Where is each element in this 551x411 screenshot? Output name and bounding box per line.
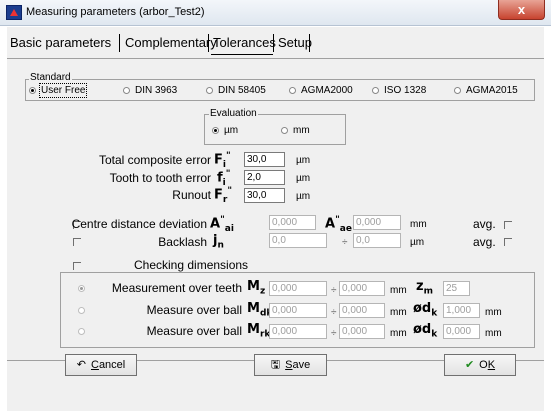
- title-bar: Measuring parameters (arbor_Test2) x: [0, 0, 551, 26]
- radio-icon: [123, 86, 130, 94]
- cancel-button[interactable]: ↶ Cancel: [65, 354, 137, 376]
- range-separator: ÷: [331, 285, 337, 296]
- measure-over-ball-dk-radio[interactable]: [78, 307, 85, 314]
- radio-icon: [454, 86, 461, 94]
- total-composite-symbol: Fi": [214, 151, 231, 170]
- teeth-count-input[interactable]: 25: [443, 281, 470, 296]
- range-separator: ÷: [331, 328, 337, 339]
- measure-over-ball-dk-label: Measure over ball: [146, 303, 242, 317]
- measurement-over-teeth-max-input[interactable]: 0,000: [339, 281, 385, 296]
- backlash-unit: µm: [410, 237, 425, 248]
- total-composite-error-label: Total composite error: [98, 153, 211, 167]
- centre-distance-ai-input[interactable]: 0,000: [269, 215, 316, 230]
- range-separator: ÷: [331, 307, 337, 318]
- tab-separator: [309, 34, 310, 52]
- backlash-avg-label: avg.: [473, 235, 496, 249]
- app-icon: [6, 5, 22, 20]
- dialog-content: Basic parameters Complementary Tolerance…: [7, 27, 544, 411]
- tab-tolerances[interactable]: Tolerances: [213, 35, 276, 50]
- evaluation-radio-um[interactable]: µm: [212, 125, 238, 136]
- runout-label: Runout: [172, 188, 211, 202]
- standard-radio-agma2000[interactable]: AGMA2000: [289, 85, 353, 96]
- backlash-max-input[interactable]: 0,0: [353, 233, 401, 248]
- radio-icon: [289, 86, 296, 94]
- measure-over-ball-dk-unit: mm: [390, 307, 407, 318]
- check-icon: ✔: [464, 359, 475, 371]
- close-button[interactable]: x: [498, 0, 545, 20]
- runout-unit: µm: [296, 191, 311, 202]
- undo-icon: ↶: [76, 359, 86, 371]
- tab-setup[interactable]: Setup: [278, 35, 312, 50]
- ball-diameter-dk-unit: mm: [485, 307, 502, 318]
- centre-distance-ae-input[interactable]: 0,000: [353, 215, 401, 230]
- ball-diameter-dk-input[interactable]: 1,000: [443, 303, 480, 318]
- backlash-label: Backlash: [158, 235, 207, 249]
- measurement-over-teeth-min-input[interactable]: 0,000: [269, 281, 327, 296]
- measurement-over-teeth-symbol: Mz: [247, 279, 266, 297]
- tooth-to-tooth-input[interactable]: 2,0: [244, 170, 285, 185]
- total-composite-input[interactable]: 30,0: [244, 152, 285, 167]
- radio-icon: [29, 86, 36, 94]
- measure-over-ball-dk-max-input[interactable]: 0,000: [339, 303, 385, 318]
- tab-active-indicator: [211, 54, 273, 55]
- evaluation-radio-mm[interactable]: mm: [281, 125, 310, 136]
- floppy-icon: 🖫: [270, 359, 281, 371]
- centre-distance-symbol-ai: A"ai: [210, 215, 234, 234]
- centre-distance-avg-label: avg.: [473, 217, 496, 231]
- measure-over-ball-rk-symbol: Mrk: [247, 322, 271, 340]
- backlash-avg-checkbox[interactable]: [504, 238, 512, 246]
- tab-basic-parameters[interactable]: Basic parameters: [10, 35, 111, 50]
- measurement-over-teeth-label: Measurement over teeth: [111, 281, 242, 295]
- teeth-count-symbol: zm: [416, 279, 433, 297]
- radio-icon: [206, 86, 213, 94]
- measure-over-ball-rk-min-input[interactable]: 0,000: [269, 324, 327, 339]
- backlash-checkbox[interactable]: [73, 238, 81, 246]
- measurement-over-teeth-unit: mm: [390, 285, 407, 296]
- radio-icon: [212, 126, 219, 134]
- tab-separator: [273, 34, 274, 52]
- tooth-to-tooth-label: Tooth to tooth error: [109, 171, 211, 185]
- measure-over-ball-rk-radio[interactable]: [78, 328, 85, 335]
- ball-diameter-rk-unit: mm: [485, 328, 502, 339]
- runout-symbol: Fr": [214, 186, 233, 205]
- standard-radio-din58405[interactable]: DIN 58405: [206, 85, 266, 96]
- ball-diameter-rk-input[interactable]: 0,000: [443, 324, 480, 339]
- standard-radio-iso1328[interactable]: ISO 1328: [372, 85, 426, 96]
- ball-diameter-dk-symbol: ødk: [413, 301, 438, 319]
- backlash-range-separator: ÷: [342, 237, 348, 248]
- tab-panel-border: [7, 58, 544, 59]
- standard-radio-din3963[interactable]: DIN 3963: [123, 85, 177, 96]
- standard-group-label: Standard: [29, 72, 72, 83]
- measure-over-ball-rk-label: Measure over ball: [146, 324, 242, 338]
- measure-over-ball-dk-min-input[interactable]: 0,000: [269, 303, 327, 318]
- standard-radio-agma2015[interactable]: AGMA2015: [454, 85, 518, 96]
- ball-diameter-rk-symbol: ødk: [413, 322, 438, 340]
- centre-distance-symbol-ae: A"ae: [325, 215, 352, 234]
- centre-distance-unit: mm: [410, 219, 427, 230]
- measurement-over-teeth-radio[interactable]: [78, 285, 85, 292]
- total-composite-unit: µm: [296, 155, 311, 166]
- measure-over-ball-rk-max-input[interactable]: 0,000: [339, 324, 385, 339]
- evaluation-group-label: Evaluation: [209, 108, 258, 119]
- save-button[interactable]: 🖫 Save: [254, 354, 327, 376]
- backlash-min-input[interactable]: 0,0: [269, 233, 327, 248]
- window-title: Measuring parameters (arbor_Test2): [26, 6, 205, 18]
- tab-separator: [208, 34, 209, 52]
- tooth-to-tooth-unit: µm: [296, 173, 311, 184]
- radio-icon: [281, 126, 288, 134]
- backlash-symbol: jn: [213, 233, 224, 251]
- runout-input[interactable]: 30,0: [244, 188, 285, 203]
- tab-complementary[interactable]: Complementary: [125, 35, 217, 50]
- measure-over-ball-rk-unit: mm: [390, 328, 407, 339]
- checking-dimensions-label: Checking dimensions: [134, 258, 249, 272]
- ok-button[interactable]: ✔ OK: [444, 354, 516, 376]
- centre-distance-avg-checkbox[interactable]: [504, 221, 512, 229]
- checking-dimensions-checkbox[interactable]: [73, 262, 81, 270]
- radio-icon: [372, 86, 379, 94]
- standard-radio-user-free[interactable]: User Free: [29, 83, 88, 98]
- centre-distance-label: Centre distance deviation: [71, 217, 207, 231]
- tab-separator: [119, 34, 120, 52]
